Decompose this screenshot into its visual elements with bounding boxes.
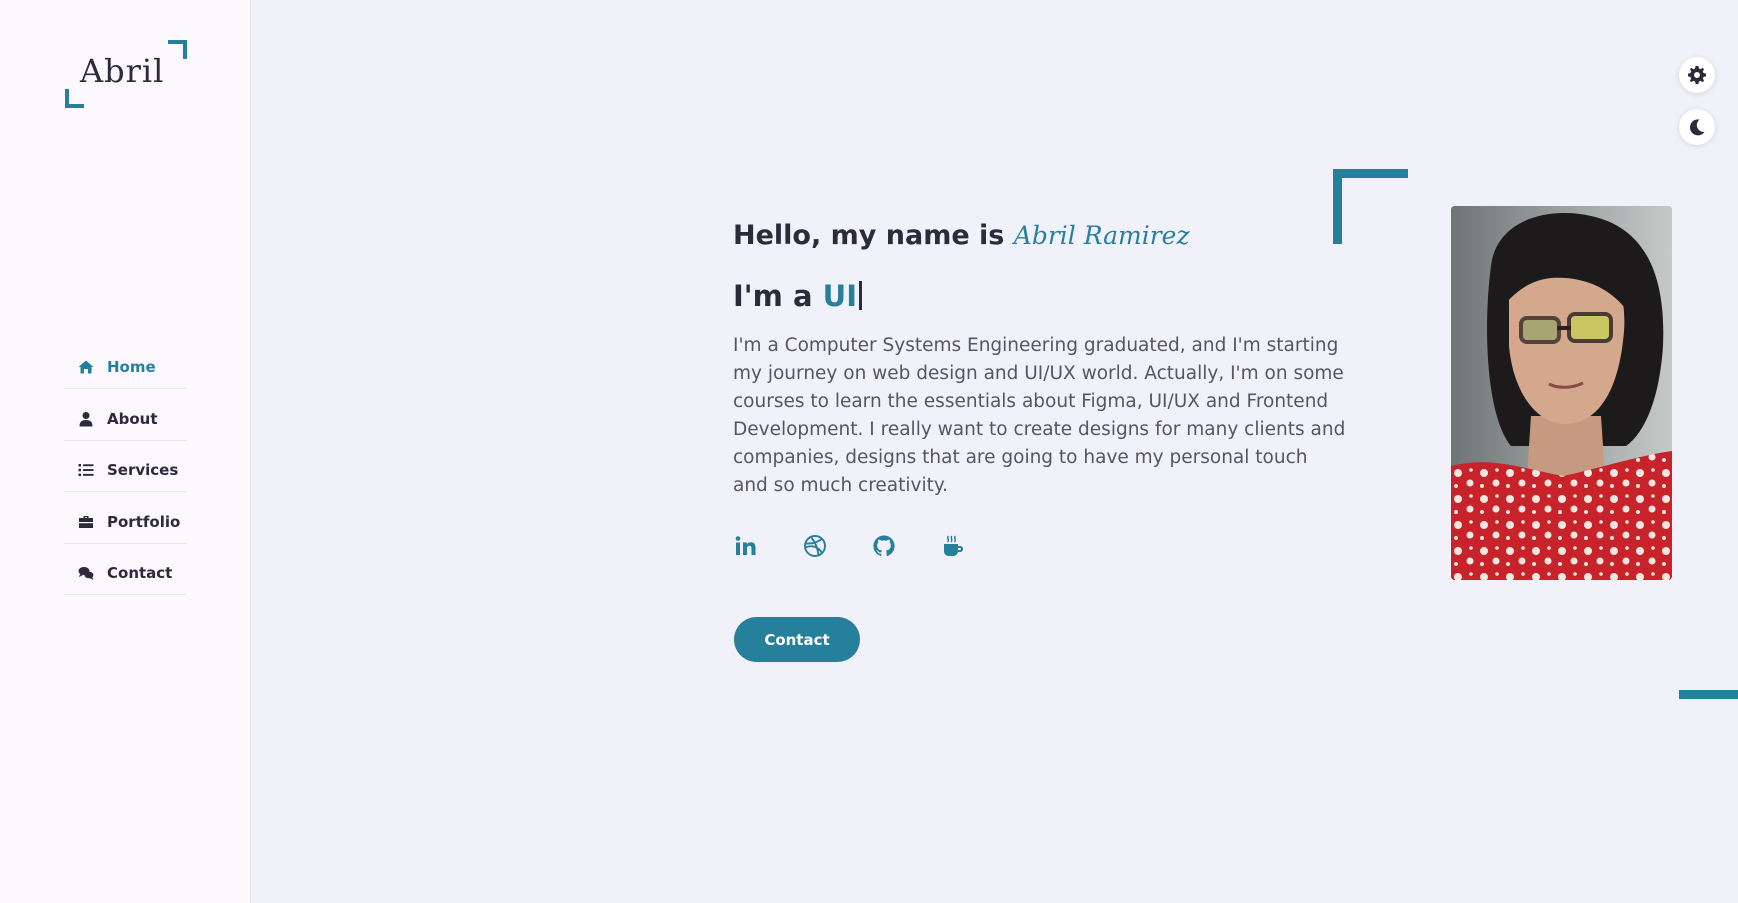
nav-item-label: Services: [107, 461, 179, 479]
profile-photo: [1451, 206, 1672, 580]
nav-item-about[interactable]: About: [64, 398, 186, 441]
logo-corner-top-right: [168, 40, 187, 59]
logo-corner-bottom-left: [65, 89, 84, 108]
user-icon: [77, 411, 95, 427]
settings-button[interactable]: [1679, 57, 1715, 93]
nav-item-contact[interactable]: Contact: [64, 552, 186, 595]
linkedin-link[interactable]: [733, 533, 759, 559]
role-heading: I'm a UI: [733, 279, 863, 313]
github-link[interactable]: [871, 533, 897, 559]
social-links: [733, 533, 1009, 559]
dribbble-icon: [804, 535, 826, 557]
typing-caret: [859, 281, 863, 310]
sidebar: Abril Home About Services Portfolio Cont…: [0, 0, 251, 903]
nav-item-portfolio[interactable]: Portfolio: [64, 501, 186, 544]
coffee-icon: [944, 535, 963, 556]
role-prefix: I'm a: [733, 279, 813, 313]
chat-icon: [77, 565, 95, 581]
nav-item-home[interactable]: Home: [64, 346, 186, 389]
nav-item-label: Contact: [107, 564, 173, 582]
contact-button[interactable]: Contact: [734, 617, 860, 662]
linkedin-icon: [735, 536, 756, 555]
coffee-link[interactable]: [940, 533, 966, 559]
gear-icon: [1688, 66, 1706, 84]
briefcase-icon: [77, 514, 95, 530]
name-signature: Abril Ramirez: [1013, 221, 1190, 250]
photo-frame-corner-bottom-right: [1679, 624, 1738, 699]
theme-toggle-button[interactable]: [1679, 109, 1715, 145]
moon-icon: [1689, 119, 1705, 136]
bio-paragraph: I'm a Computer Systems Engineering gradu…: [733, 335, 1346, 496]
photo-frame-corner-top-left: [1333, 169, 1408, 244]
list-icon: [77, 462, 95, 478]
role-text: UI: [822, 279, 858, 313]
dribbble-link[interactable]: [802, 533, 828, 559]
github-icon: [873, 535, 895, 557]
greeting-text: Hello, my name is: [733, 220, 1005, 251]
nav-item-services[interactable]: Services: [64, 449, 186, 492]
nav-item-label: About: [107, 409, 158, 428]
nav-item-label: Home: [107, 358, 156, 376]
logo[interactable]: Abril: [64, 38, 187, 110]
greeting-heading: Hello, my name is Abril Ramirez: [733, 220, 1190, 251]
home-icon: [77, 359, 95, 375]
nav-item-label: Portfolio: [107, 512, 181, 531]
main-nav: Home About Services Portfolio Contact: [64, 346, 186, 604]
logo-text: Abril: [80, 52, 165, 90]
main-content: Hello, my name is Abril Ramirez I'm a UI…: [251, 0, 1738, 903]
